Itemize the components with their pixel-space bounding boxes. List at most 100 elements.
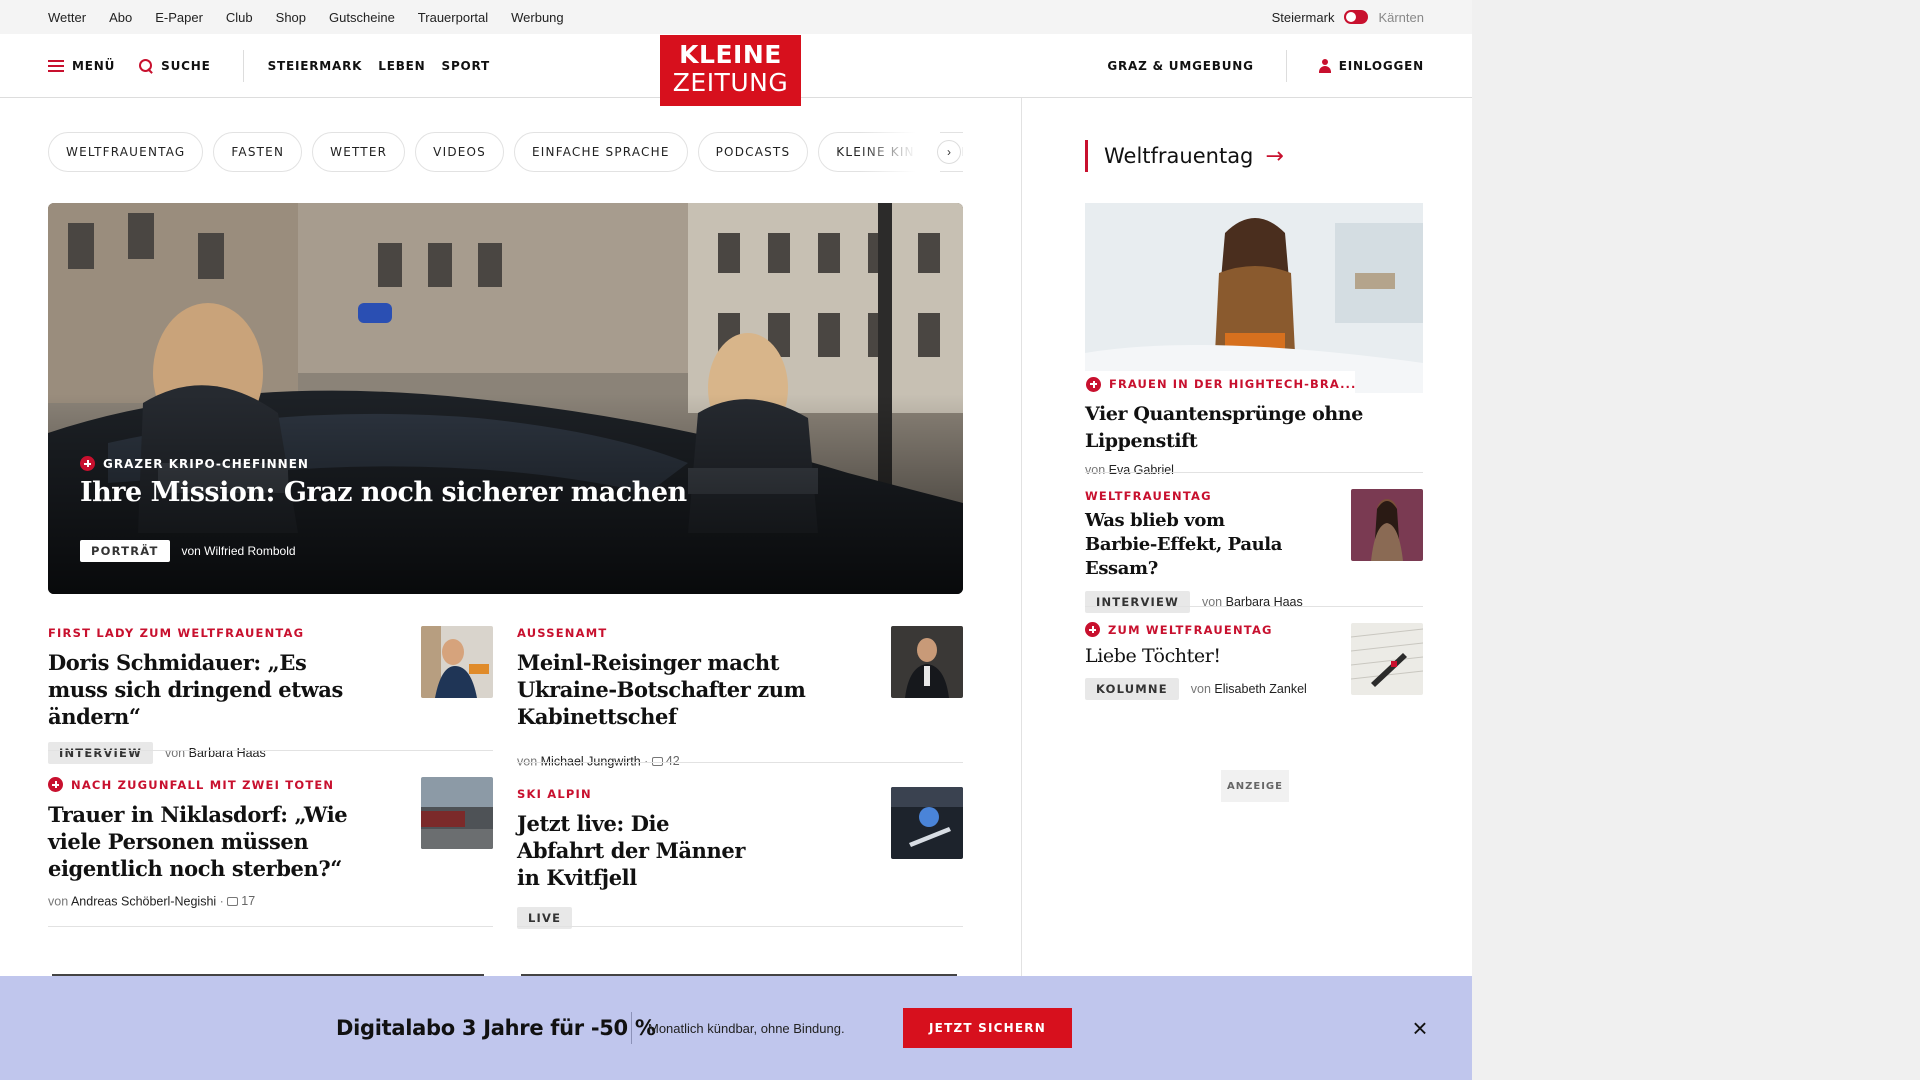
login-button[interactable]: EINLOGGEN — [1318, 59, 1424, 73]
sidebar-lead-title[interactable]: Vier Quantensprünge ohne Lippenstift — [1085, 401, 1423, 455]
header-divider — [242, 50, 244, 82]
utility-bar: Wetter Abo E-Paper Club Shop Gutscheine … — [0, 0, 1472, 34]
divider — [1085, 472, 1423, 473]
hero-teaser[interactable]: GRAZER KRIPO-CHEFINNEN Ihre Mission: Gra… — [48, 203, 963, 594]
hero-headline[interactable]: Ihre Mission: Graz noch sicherer machen — [80, 477, 687, 508]
article-by: von — [164, 746, 186, 760]
plus-icon — [48, 777, 63, 792]
comment-count[interactable]: 42 — [651, 754, 680, 768]
nav-steiermark[interactable]: STEIERMARK — [268, 59, 363, 73]
plus-icon — [80, 456, 95, 471]
region-steiermark[interactable]: Steiermark — [1272, 10, 1335, 25]
article-meta: INTERVIEW von Barbara Haas — [48, 742, 493, 764]
article-title[interactable]: Was blieb vom Barbie-Effekt, Paula Essam… — [1085, 509, 1285, 581]
chip-weltfrauentag[interactable]: WELTFRAUENTAG — [48, 132, 204, 172]
utility-link-shop[interactable]: Shop — [276, 10, 306, 25]
article-card-ski-alpin[interactable]: SKI ALPIN Jetzt live: Die Abfahrt der Mä… — [517, 787, 963, 929]
article-by: von — [48, 894, 69, 909]
hero-meta: PORTRÄT von Wilfried Rombold — [80, 540, 296, 562]
divider — [517, 762, 963, 763]
article-thumbnail — [1351, 489, 1423, 561]
article-badge: INTERVIEW — [1085, 591, 1190, 613]
article-author: Eva Gabriel — [1108, 463, 1174, 477]
utility-link-club[interactable]: Club — [226, 10, 253, 25]
chevron-right-icon: › — [947, 145, 951, 159]
article-thumbnail — [891, 626, 963, 698]
divider — [48, 926, 493, 927]
article-thumbnail — [891, 787, 963, 859]
utility-link-werbung[interactable]: Werbung — [511, 10, 564, 25]
chip-videos[interactable]: VIDEOS — [415, 132, 505, 172]
region-toggle[interactable] — [1344, 10, 1369, 24]
logo-line2: ZEITUNG — [672, 68, 789, 97]
utility-link-gutscheine[interactable]: Gutscheine — [329, 10, 395, 25]
article-card-niklasdorf[interactable]: NACH ZUGUNFALL MIT ZWEI TOTEN Trauer in … — [48, 777, 493, 909]
menu-button[interactable]: MENÜ — [48, 59, 115, 73]
search-button[interactable]: SUCHE — [139, 59, 210, 73]
hero-badge: PORTRÄT — [80, 540, 170, 562]
divider — [517, 926, 963, 927]
divider — [48, 750, 493, 751]
header-right: GRAZ & UMGEBUNG EINLOGGEN — [1107, 34, 1424, 98]
close-icon[interactable]: × — [1408, 1015, 1432, 1041]
article-title[interactable]: Meinl-Reisinger macht Ukraine-Botschafte… — [517, 649, 857, 730]
chip-podcasts[interactable]: PODCASTS — [697, 132, 809, 172]
hamburger-icon — [48, 60, 64, 72]
hero-author: von Wilfried Rombold — [181, 544, 296, 558]
utility-link-epaper[interactable]: E-Paper — [155, 10, 203, 25]
hero-kicker-text: GRAZER KRIPO-CHEFINNEN — [103, 456, 309, 471]
search-label: SUCHE — [161, 59, 211, 73]
sidebar-lead-article[interactable]: Vier Quantensprünge ohne Lippenstift von… — [1085, 401, 1423, 477]
logo-line1: KLEINE — [679, 40, 782, 69]
comment-count-value: 42 — [665, 754, 680, 768]
sidebar-lead-image[interactable] — [1085, 203, 1423, 393]
article-meta: von Andreas Schöberl-Negishi · 17 — [48, 894, 256, 909]
promo-subtitle: Monatlich kündbar, ohne Bindung. — [648, 1020, 845, 1036]
promo-cta-button[interactable]: JETZT SICHERN — [903, 1008, 1072, 1048]
header-nav: MENÜ SUCHE STEIERMARK LEBEN SPORT — [48, 34, 490, 98]
comment-icon — [651, 756, 663, 766]
comment-icon — [227, 896, 239, 906]
article-badge: INTERVIEW — [48, 742, 153, 764]
article-card-schmidauer[interactable]: FIRST LADY ZUM WELTFRAUENTAG Doris Schmi… — [48, 626, 493, 764]
chip-einfache-sprache[interactable]: EINFACHE SPRACHE — [514, 132, 688, 172]
region-kaernten[interactable]: Kärnten — [1378, 10, 1424, 25]
comment-count[interactable]: 17 — [227, 894, 255, 908]
site-logo[interactable]: KLEINE ZEITUNG — [660, 35, 801, 106]
article-kicker-text: ZUM WELTFRAUENTAG — [1108, 622, 1273, 637]
sidebar-article-toechter[interactable]: ZUM WELTFRAUENTAG Liebe Töchter! KOLUMNE… — [1085, 622, 1423, 700]
article-title[interactable]: Jetzt live: Die Abfahrt der Männer in Kv… — [517, 810, 757, 891]
chips-fade — [860, 132, 940, 172]
utility-link-trauerportal[interactable]: Trauerportal — [418, 10, 488, 25]
ad-label: ANZEIGE — [1221, 770, 1289, 802]
article-by: von — [1190, 682, 1211, 696]
chip-fasten[interactable]: FASTEN — [213, 132, 303, 172]
plus-icon — [1085, 622, 1100, 637]
hero-kicker: GRAZER KRIPO-CHEFINNEN — [80, 456, 309, 471]
article-title[interactable]: Doris Schmidauer: „Es muss sich dringend… — [48, 649, 368, 730]
promo-title: Digitalabo 3 Jahre für -50 % — [336, 1016, 656, 1040]
topic-chips: WELTFRAUENTAG FASTEN WETTER VIDEOS EINFA… — [48, 132, 963, 172]
article-title[interactable]: Trauer in Niklasdorf: „Wie viele Persone… — [48, 801, 348, 882]
region-link[interactable]: GRAZ & UMGEBUNG — [1107, 59, 1253, 73]
nav-sport[interactable]: SPORT — [442, 59, 491, 73]
utility-link-wetter[interactable]: Wetter — [48, 10, 86, 25]
utility-links: Wetter Abo E-Paper Club Shop Gutscheine … — [48, 0, 564, 34]
chips-next-button[interactable]: › — [937, 140, 961, 164]
header-divider-right — [1285, 50, 1287, 82]
article-thumbnail — [421, 626, 493, 698]
nav-leben[interactable]: LEBEN — [378, 59, 425, 73]
arrow-right-icon: → — [1265, 143, 1284, 169]
article-thumbnail — [421, 777, 493, 849]
login-label: EINLOGGEN — [1338, 59, 1424, 73]
article-card-meinl-reisinger[interactable]: AUSSENAMT Meinl-Reisinger macht Ukraine-… — [517, 626, 963, 769]
utility-link-abo[interactable]: Abo — [109, 10, 132, 25]
sidebar-heading[interactable]: Weltfrauentag → — [1085, 140, 1284, 172]
article-thumbnail — [1351, 623, 1423, 695]
sidebar-article-barbie[interactable]: WELTFRAUENTAG Was blieb vom Barbie-Effek… — [1085, 489, 1423, 613]
article-by: von — [1085, 463, 1106, 477]
subscription-promo-bar: Digitalabo 3 Jahre für -50 % Monatlich k… — [0, 976, 1472, 1080]
plus-icon — [1086, 376, 1101, 392]
chip-wetter[interactable]: WETTER — [312, 132, 406, 172]
user-icon — [1318, 59, 1331, 73]
